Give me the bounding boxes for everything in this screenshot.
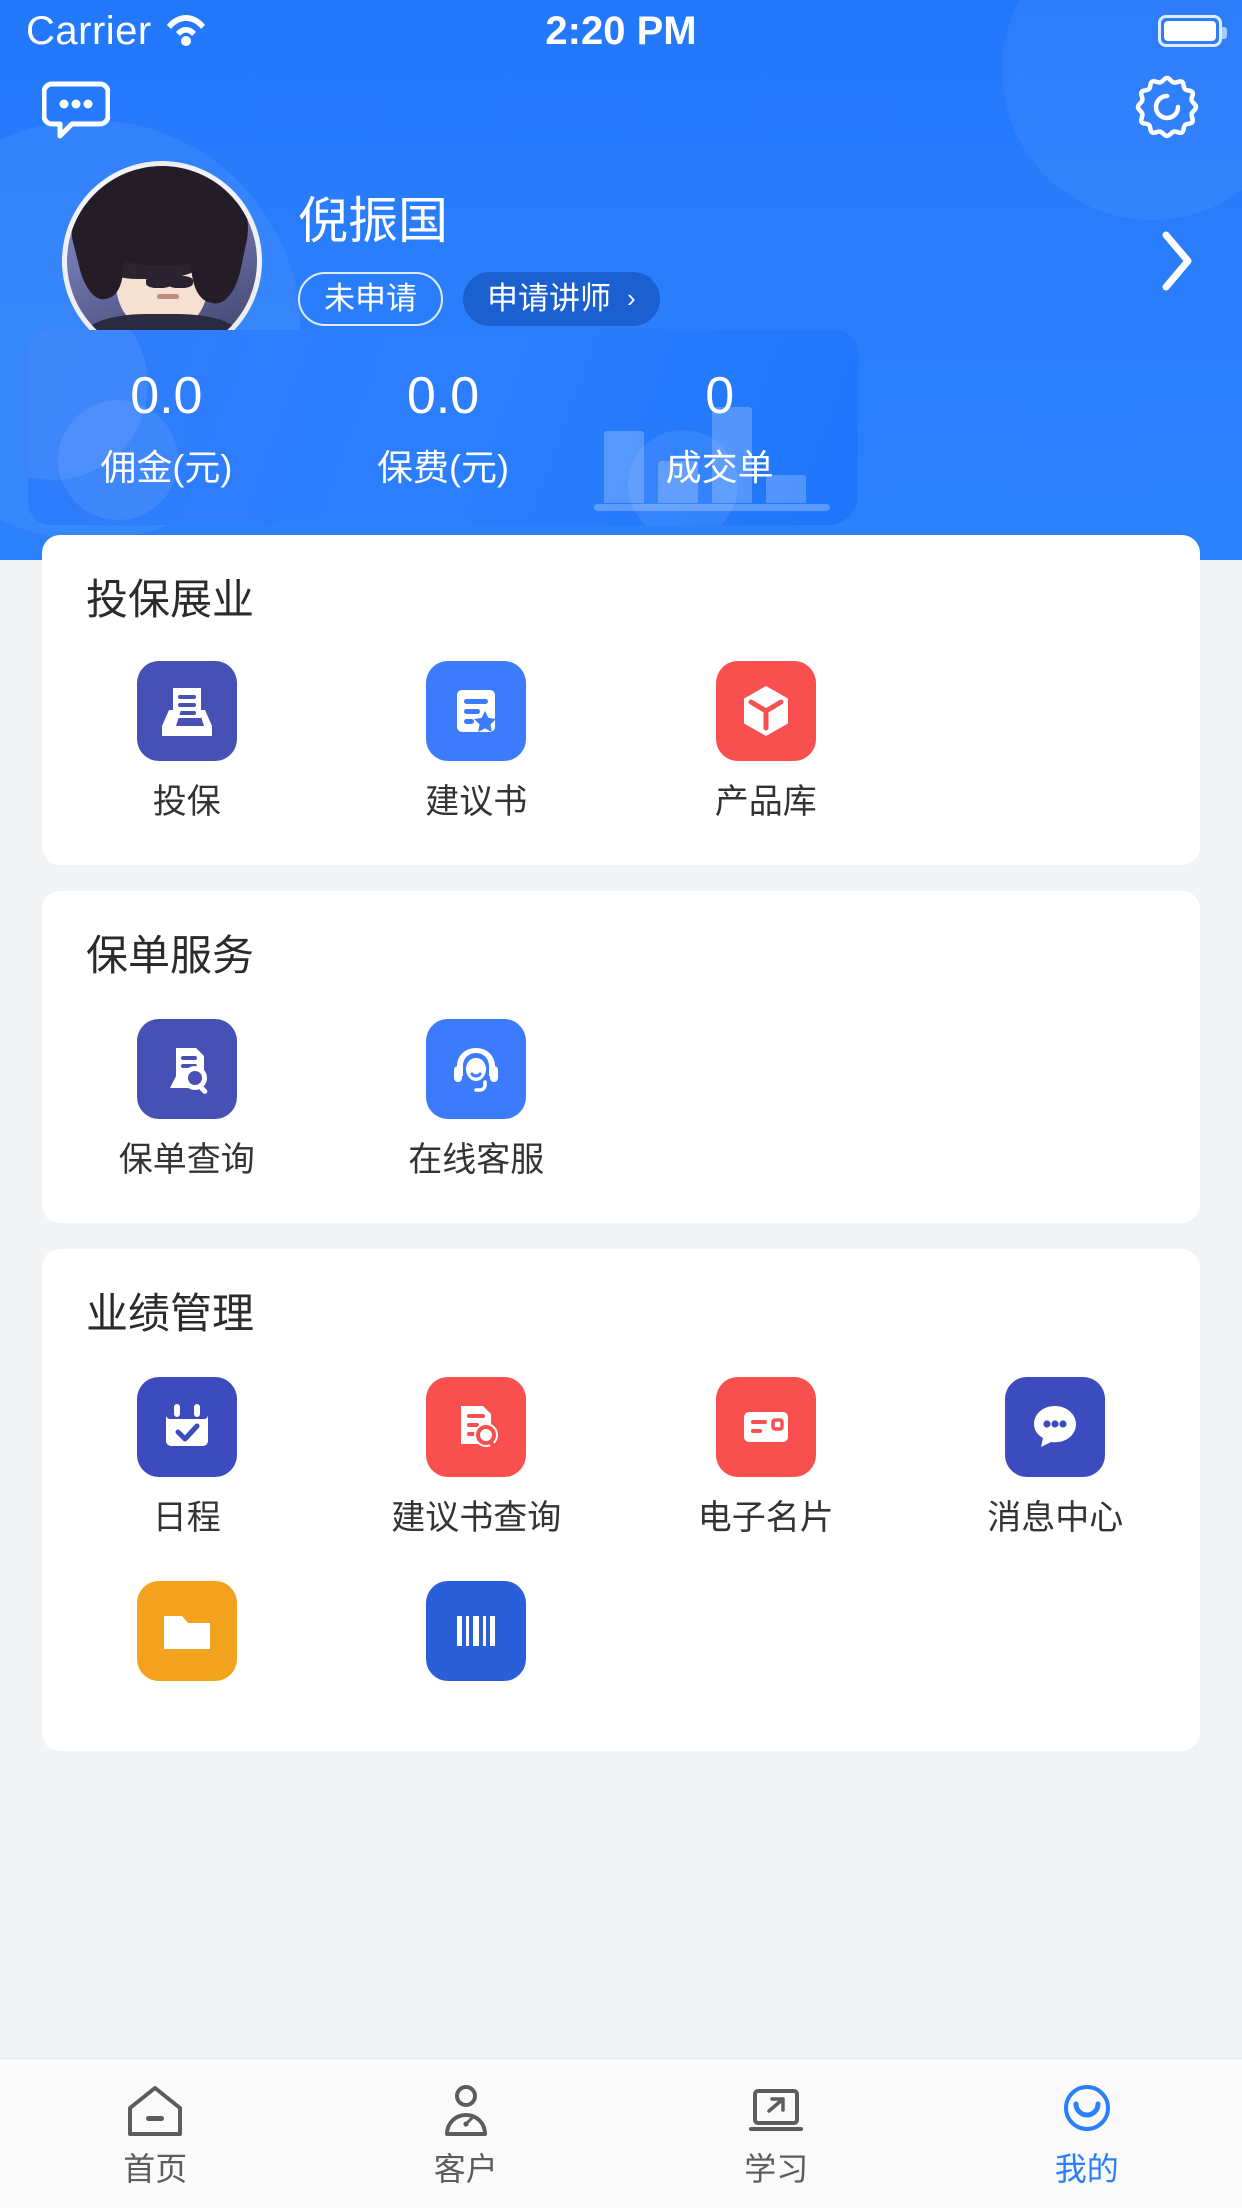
stat-label: 保费(元) [377,446,509,488]
menu-item-label: 消息中心 [987,1499,1124,1537]
menu-item-message-center[interactable]: 消息中心 [911,1377,1201,1535]
stat-value: 0.0 [406,366,480,425]
battery-icon [1158,15,1227,47]
top-bar [0,62,1242,158]
status-bar-time: 2:20 PM [545,8,697,53]
stat-value: 0 [705,366,735,425]
hexagon-cube-icon [715,661,816,761]
section-title: 业绩管理 [86,1290,255,1337]
document-search-red-icon [426,1377,527,1477]
menu-item-business-card[interactable]: 电子名片 [621,1377,911,1535]
status-bar: Carrier 2:20 PM [0,0,1242,62]
menu-item-label: 电子名片 [697,1499,834,1537]
apply-lecturer-button[interactable]: 申请讲师 › [463,272,660,326]
section-grid: 保单查询 在线客服 [42,977,1200,1223]
section-card-performance: 业绩管理 日程 建议书查询 电子名片 消息中心 [42,1249,1200,1751]
menu-item-online-service[interactable]: 在线客服 [332,1019,622,1177]
profile-detail-chevron-icon[interactable] [1160,229,1196,293]
chat-bubble-icon[interactable] [41,78,111,140]
stat-orders[interactable]: 0 成交单 [581,370,858,486]
chevron-right-icon: › [627,283,636,314]
profile-row[interactable]: 倪振国 未申请 申请讲师 › [0,161,1242,361]
menu-item-insure[interactable]: 投保 [42,661,332,819]
menu-item-schedule[interactable]: 日程 [42,1377,332,1535]
profile-badges: 未申请 申请讲师 › [298,272,660,326]
menu-item-policy-query[interactable]: 保单查询 [42,1019,332,1177]
stat-premium[interactable]: 0.0 保费(元) [305,370,582,486]
customer-icon [435,2082,497,2143]
section-card-underwriting: 投保展业 投保 建议书 产品库 [42,535,1200,865]
tab-label: 我的 [1054,2151,1119,2187]
bottom-tab-bar: 首页 客户 学习 我的 [0,2058,1242,2208]
profile-info: 倪振国 未申请 申请讲师 › [298,196,660,326]
study-icon [745,2082,807,2143]
barcode-icon [426,1581,527,1681]
tab-label: 学习 [744,2151,809,2187]
status-badge[interactable]: 未申请 [298,272,443,326]
document-star-icon [426,661,527,761]
chat-dots-icon [1005,1377,1106,1477]
stat-label: 成交单 [665,446,774,488]
stat-value: 0.0 [130,366,203,425]
menu-item-label: 在线客服 [408,1141,545,1179]
avatar-eye-right [166,275,193,288]
tab-customer[interactable]: 客户 [311,2082,622,2185]
gear-icon[interactable] [1134,74,1200,140]
menu-item-label: 建议书查询 [391,1499,562,1537]
section-grid: 日程 建议书查询 电子名片 消息中心 [42,1335,1200,1751]
home-icon [124,2082,186,2143]
menu-item-proposal-query[interactable]: 建议书查询 [332,1377,622,1535]
stat-label: 佣金(元) [100,446,233,488]
avatar-hair [82,166,242,265]
calendar-check-icon [136,1377,237,1477]
tab-study[interactable]: 学习 [621,2082,932,2185]
apply-lecturer-label: 申请讲师 [487,281,611,317]
status-bar-right [1158,15,1227,47]
inbox-tray-icon [136,661,237,761]
id-card-icon [715,1377,816,1477]
tab-label: 客户 [433,2151,498,2187]
section-title: 投保展业 [86,576,255,623]
menu-item-label: 建议书 [425,783,528,821]
headset-support-icon [426,1019,527,1119]
document-search-icon [136,1019,237,1119]
profile-name: 倪振国 [298,193,448,250]
menu-item-label: 产品库 [714,783,817,821]
folder-icon [136,1581,237,1681]
menu-item-proposal[interactable]: 建议书 [332,661,622,819]
section-card-policy-service: 保单服务 保单查询 在线客服 [42,891,1200,1223]
content-scroll-area[interactable]: 投保展业 投保 建议书 产品库 保单服务 保单查询 在线客服 业绩管理 日程 建… [0,535,1242,2090]
menu-item-label: 日程 [152,1499,221,1537]
tab-profile[interactable]: 我的 [932,2082,1242,2185]
tab-label: 首页 [123,2151,188,2187]
avatar-mouth [156,294,179,300]
menu-item-label: 保单查询 [118,1141,255,1179]
profile-icon [1056,2082,1118,2143]
menu-item-label: 投保 [152,783,221,821]
tab-home[interactable]: 首页 [0,2082,311,2185]
section-grid: 投保 建议书 产品库 [42,621,1200,865]
menu-item-barcode[interactable] [332,1581,622,1705]
header-banner: Carrier 2:20 PM 倪振国 未申请 申请讲师 › 0.0 佣金(元)… [0,0,1242,560]
menu-item-folder[interactable] [42,1581,332,1705]
stat-commission[interactable]: 0.0 佣金(元) [28,370,305,486]
stats-card: 0.0 佣金(元) 0.0 保费(元) 0 成交单 [28,330,858,525]
section-title: 保单服务 [86,932,255,979]
menu-item-product-library[interactable]: 产品库 [621,661,911,819]
